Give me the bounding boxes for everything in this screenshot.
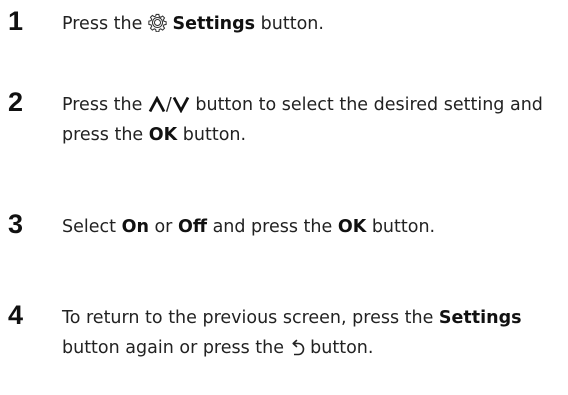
text-run: button. [255,14,324,34]
text-run: button. [177,125,247,145]
text-run: or [148,217,178,237]
back-arrow-icon [290,339,305,356]
step-text: To return to the previous screen, press … [62,303,562,363]
bold-term: Off [177,217,207,237]
bold-term: OK [148,125,178,145]
step-number: 4 [8,300,24,330]
text-run: Select [62,217,122,237]
step-text: Select On or Off and press the OK button… [62,212,562,242]
text-run: button again or press the [62,338,290,358]
gear-icon [148,13,167,32]
text-run: Press the [62,14,148,34]
bold-term: Settings [438,308,522,328]
bold-term: OK [337,217,367,237]
text-run: button. [304,338,374,358]
bold-term: On [121,217,149,237]
text-run: To return to the previous screen, press … [62,308,439,328]
step-text: Press the / button to select the desired… [62,90,562,150]
step-number: 3 [8,209,24,239]
up-arrow-icon [148,96,166,113]
text-run: Press the [62,95,148,115]
down-arrow-icon [172,96,190,113]
step-number: 2 [8,87,24,117]
step-text: Press the Settings button. [62,9,562,39]
step-number: 1 [8,6,24,36]
text-run: button. [366,217,436,237]
text-run: and press the [207,217,338,237]
bold-term: Settings [172,14,256,34]
